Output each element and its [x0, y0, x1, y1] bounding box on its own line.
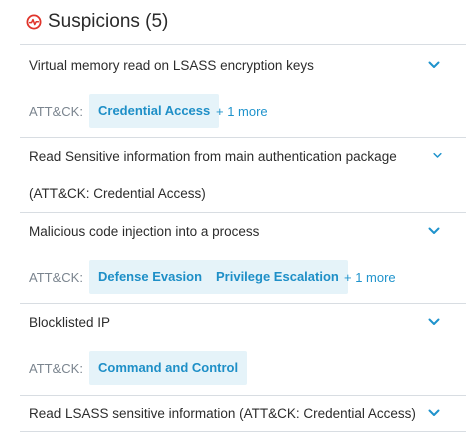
- divider: [20, 44, 466, 45]
- more-tactics-link[interactable]: + 1 more: [216, 104, 268, 119]
- divider: [20, 431, 466, 432]
- chevron-down-icon[interactable]: [428, 318, 440, 326]
- attck-label: ATT&CK:: [29, 361, 83, 376]
- tactic-tag-command-and-control[interactable]: Command and Control: [89, 351, 248, 385]
- more-tactics-link[interactable]: + 1 more: [344, 270, 396, 285]
- divider: [20, 395, 466, 396]
- suspicion-title: Malicious code injection into a process: [29, 224, 260, 239]
- divider: [20, 212, 466, 213]
- suspicion-title: Read Sensitive information from main aut…: [29, 149, 397, 201]
- suspicion-pulse-icon: [26, 14, 42, 30]
- page-title: Suspicions (5): [48, 11, 169, 32]
- attck-label: ATT&CK:: [29, 270, 83, 285]
- chevron-down-icon[interactable]: [433, 152, 442, 159]
- suspicion-title: Read LSASS sensitive information (ATT&CK…: [29, 406, 416, 421]
- tactic-tag-credential-access[interactable]: Credential Access: [89, 94, 220, 128]
- suspicions-header: Suspicions (5): [26, 11, 168, 33]
- tactic-tag-privilege-escalation[interactable]: Privilege Escalation: [207, 260, 348, 294]
- tactic-tag-defense-evasion[interactable]: Defense Evasion: [89, 260, 212, 294]
- chevron-down-icon[interactable]: [428, 227, 440, 235]
- suspicion-title: Blocklisted IP: [29, 315, 111, 330]
- chevron-down-icon[interactable]: [428, 61, 440, 69]
- divider: [20, 303, 466, 304]
- chevron-down-icon[interactable]: [428, 409, 440, 417]
- attck-label: ATT&CK:: [29, 104, 83, 119]
- suspicion-title: Virtual memory read on LSASS encryption …: [29, 58, 314, 73]
